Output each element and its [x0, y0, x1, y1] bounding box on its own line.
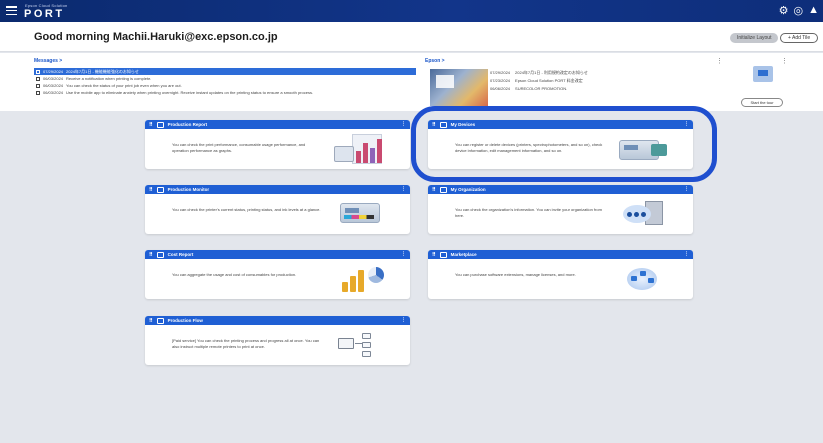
tile-production-flow[interactable]: ⠿ Production Flow ⋮ [Paid service] You c… [145, 316, 410, 365]
news-item[interactable]: 06/06/2024 SURECOLOR PROMOTION. [490, 85, 710, 93]
drag-handle-icon[interactable]: ⠿ [432, 252, 436, 258]
drag-handle-icon[interactable]: ⠿ [149, 187, 153, 193]
info-panel: Messages > 07/29/2024 2024年7月1日 - 機能機能強化… [0, 53, 823, 111]
tile-production-monitor[interactable]: ⠿ Production Monitor ⋮ You can check the… [145, 185, 410, 234]
tile-marketplace[interactable]: ⠿ Marketplace ⋮ You can purchase softwar… [428, 250, 693, 299]
message-text: You can check the status of your print j… [66, 83, 182, 88]
initialize-layout-button[interactable]: Initialize Layout [730, 33, 779, 43]
tile-kebab-icon[interactable]: ⋮ [401, 121, 406, 127]
message-item[interactable]: 06/03/2024 Receive a notification when p… [34, 75, 416, 82]
organization-illustration-icon [613, 199, 673, 230]
tile-title: My Devices [450, 122, 476, 127]
marketplace-icon [439, 251, 447, 258]
tile-kebab-icon[interactable]: ⋮ [401, 186, 406, 192]
tile-kebab-icon[interactable]: ⋮ [401, 317, 406, 323]
news-date: 07/29/2024 [490, 70, 511, 75]
news-text: SURECOLOR PROMOTION. [515, 86, 568, 91]
epson-news-link[interactable]: Epson > [425, 58, 445, 64]
tile-description: [Paid service] You can check the printin… [172, 338, 320, 349]
notification-icon[interactable]: ◎ [794, 4, 804, 17]
start-tour-button[interactable]: Start the tour [741, 98, 783, 107]
message-icon [36, 90, 40, 95]
message-icon [36, 76, 40, 81]
tile-title: My Organization [450, 187, 486, 192]
message-icon [36, 69, 40, 74]
flow-icon [156, 317, 164, 324]
news-item[interactable]: 07/29/2024 2024年7月1日 - 利用規約改定のお知らせ [490, 69, 710, 77]
greeting-title: Good morning Machii.Haruki@exc.epson.co.… [34, 31, 278, 43]
organization-icon [439, 186, 447, 193]
drag-handle-icon[interactable]: ⠿ [149, 252, 153, 258]
tile-my-devices[interactable]: ⠿ My Devices ⋮ You can register or delet… [428, 120, 693, 169]
help-icon[interactable]: ⚙ [779, 4, 789, 17]
tile-title: Cost Report [167, 252, 194, 257]
tile-description: You can register or delete devices (prin… [455, 142, 603, 153]
drag-handle-icon[interactable]: ⠿ [149, 122, 153, 128]
chart-illustration-icon [330, 134, 390, 165]
message-date: 06/03/2024 [43, 83, 64, 88]
news-text: Epson Cloud Solution PORT 料金改定 [515, 78, 583, 83]
news-list: 07/29/2024 2024年7月1日 - 利用規約改定のお知らせ 07/23… [490, 69, 710, 93]
tile-description: You can check the print performance, con… [172, 142, 306, 153]
message-date: 06/03/2024 [43, 90, 64, 95]
devices-icon [439, 121, 447, 128]
tile-production-report[interactable]: ⠿ Production Report ⋮ You can check the … [145, 120, 410, 169]
message-icon [36, 83, 40, 88]
tile-description: You can check the printer's current stat… [172, 207, 321, 212]
message-text: 2024年7月1日 - 機能機能強化のお知らせ [66, 69, 139, 74]
news-kebab-icon[interactable]: ⋮ [716, 57, 723, 65]
message-item[interactable]: 06/03/2024 You can check the status of y… [34, 82, 416, 89]
news-text: 2024年7月1日 - 利用規約改定のお知らせ [515, 70, 588, 75]
tile-title: Production Report [167, 122, 208, 127]
tile-my-organization[interactable]: ⠿ My Organization ⋮ You can check the or… [428, 185, 693, 234]
message-text: Use the mobile app to eliminate anxiety … [66, 90, 314, 95]
tour-icon [753, 66, 773, 82]
tile-kebab-icon[interactable]: ⋮ [684, 251, 689, 257]
tile-description: You can check the organization's informa… [455, 207, 602, 218]
tile-kebab-icon[interactable]: ⋮ [401, 251, 406, 257]
news-item[interactable]: 07/23/2024 Epson Cloud Solution PORT 料金改… [490, 77, 710, 85]
tile-title: Production Flow [167, 318, 203, 323]
menu-icon[interactable] [6, 6, 17, 16]
tour-panel: ⋮ Start the tour [733, 56, 791, 111]
message-date: 06/03/2024 [43, 76, 64, 81]
news-date: 06/06/2024 [490, 86, 511, 91]
tile-title: Marketplace [450, 252, 477, 257]
report-icon [156, 121, 164, 128]
tile-description: You can aggregate the usage and cost of … [172, 272, 297, 277]
user-icon[interactable]: ▲ [808, 4, 819, 17]
top-bar: Epson Cloud Solution PORT ⚙ ◎ ▲ [0, 0, 823, 22]
flow-illustration-icon [330, 330, 390, 361]
tile-cost-report[interactable]: ⠿ Cost Report ⋮ You can aggregate the us… [145, 250, 410, 299]
page-header: Good morning Machii.Haruki@exc.epson.co.… [0, 22, 823, 52]
message-item[interactable]: 06/03/2024 Use the mobile app to elimina… [34, 89, 416, 96]
news-date: 07/23/2024 [490, 78, 511, 83]
messages-link[interactable]: Messages > [34, 58, 62, 64]
drag-handle-icon[interactable]: ⠿ [432, 187, 436, 193]
news-thumbnail[interactable] [430, 69, 488, 106]
messages-list: 07/29/2024 2024年7月1日 - 機能機能強化のお知らせ 06/03… [34, 68, 416, 96]
cost-illustration-icon [330, 264, 390, 295]
printer-illustration-icon [613, 134, 673, 165]
tile-kebab-icon[interactable]: ⋮ [684, 186, 689, 192]
message-text: Receive a notification when printing is … [66, 76, 152, 81]
tile-kebab-icon[interactable]: ⋮ [684, 121, 689, 127]
tile-title: Production Monitor [167, 187, 210, 192]
message-item[interactable]: 07/29/2024 2024年7月1日 - 機能機能強化のお知らせ [34, 68, 416, 75]
drag-handle-icon[interactable]: ⠿ [149, 318, 153, 324]
monitor-icon [156, 186, 164, 193]
cost-icon [156, 251, 164, 258]
tour-kebab-icon[interactable]: ⋮ [781, 57, 788, 65]
drag-handle-icon[interactable]: ⠿ [432, 122, 436, 128]
printer-status-illustration-icon [330, 199, 390, 230]
marketplace-illustration-icon [613, 264, 673, 295]
add-tile-button[interactable]: + Add Tile [780, 33, 819, 43]
tile-description: You can purchase software extensions, ma… [455, 272, 576, 277]
message-date: 07/29/2024 [43, 69, 64, 74]
brand-logo[interactable]: PORT [24, 8, 65, 20]
